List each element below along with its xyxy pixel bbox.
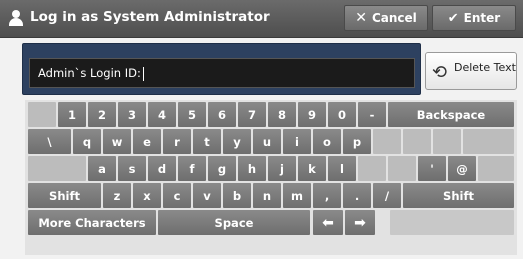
key-r[interactable]: r	[163, 129, 191, 154]
key-o[interactable]: o	[313, 129, 341, 154]
key-j[interactable]: j	[268, 156, 296, 181]
more-characters-key[interactable]: More Characters	[28, 210, 156, 235]
x-icon: ✕	[355, 10, 367, 26]
blank-key	[478, 156, 514, 181]
blank-key	[433, 129, 461, 154]
arrow-left-key[interactable]: ⬅	[313, 210, 343, 235]
key-minus[interactable]: -	[358, 102, 386, 127]
key-a[interactable]: a	[88, 156, 116, 181]
key-8[interactable]: 8	[268, 102, 296, 127]
key-w[interactable]: w	[103, 129, 131, 154]
key-v[interactable]: v	[193, 183, 221, 208]
cancel-button[interactable]: ✕ Cancel	[344, 5, 428, 31]
login-dialog: Log in as System Administrator ✕ Cancel …	[0, 0, 523, 259]
blank-key	[463, 129, 514, 154]
user-icon	[9, 10, 23, 26]
key-apostrophe[interactable]: '	[418, 156, 446, 181]
key-p[interactable]: p	[343, 129, 371, 154]
blank-key	[28, 102, 56, 127]
delete-text-label: Delete Text	[454, 61, 516, 74]
login-id-label: Admin`s Login ID:	[38, 66, 141, 80]
input-panel: Admin`s Login ID:	[22, 43, 421, 95]
blank-key	[388, 156, 416, 181]
key-z[interactable]: z	[103, 183, 131, 208]
arrow-right-key[interactable]: ➡	[345, 210, 375, 235]
key-comma[interactable]: ,	[313, 183, 341, 208]
key-slash[interactable]: /	[373, 183, 401, 208]
title-bar: Log in as System Administrator ✕ Cancel …	[0, 0, 523, 38]
key-i[interactable]: i	[283, 129, 311, 154]
blank-key	[373, 129, 401, 154]
dialog-title: Log in as System Administrator	[30, 9, 270, 25]
cancel-label: Cancel	[371, 11, 417, 25]
key-g[interactable]: g	[208, 156, 236, 181]
key-h[interactable]: h	[238, 156, 266, 181]
text-caret	[142, 66, 144, 81]
key-1[interactable]: 1	[58, 102, 86, 127]
enter-label: Enter	[463, 11, 501, 25]
key-n[interactable]: n	[253, 183, 281, 208]
key-k[interactable]: k	[298, 156, 326, 181]
key-at[interactable]: @	[448, 156, 476, 181]
key-s[interactable]: s	[118, 156, 146, 181]
key-3[interactable]: 3	[118, 102, 146, 127]
shift-right-key[interactable]: Shift	[403, 183, 514, 208]
key-backslash[interactable]: \	[28, 129, 71, 154]
key-d[interactable]: d	[148, 156, 176, 181]
blank-key	[403, 129, 431, 154]
blank-key	[358, 156, 386, 181]
blank-key	[390, 210, 514, 235]
key-q[interactable]: q	[73, 129, 101, 154]
key-9[interactable]: 9	[298, 102, 326, 127]
space-key[interactable]: Space	[158, 210, 310, 235]
backspace-key[interactable]: Backspace	[388, 102, 514, 127]
key-m[interactable]: m	[283, 183, 311, 208]
key-e[interactable]: e	[133, 129, 161, 154]
key-4[interactable]: 4	[148, 102, 176, 127]
delete-text-button[interactable]: ⟲ Delete Text	[425, 52, 517, 90]
checkmark-icon: ✔	[447, 10, 459, 26]
key-c[interactable]: c	[163, 183, 191, 208]
key-5[interactable]: 5	[178, 102, 206, 127]
key-l[interactable]: l	[328, 156, 356, 181]
key-period[interactable]: .	[343, 183, 371, 208]
key-f[interactable]: f	[178, 156, 206, 181]
key-7[interactable]: 7	[238, 102, 266, 127]
blank-key	[28, 156, 86, 181]
undo-icon: ⟲	[432, 62, 448, 83]
enter-button[interactable]: ✔ Enter	[432, 5, 516, 31]
key-x[interactable]: x	[133, 183, 161, 208]
on-screen-keyboard: 1 2 3 4 5 6 7 8 9 0 - Backspace \ q w e …	[25, 100, 517, 255]
key-u[interactable]: u	[253, 129, 281, 154]
key-2[interactable]: 2	[88, 102, 116, 127]
key-b[interactable]: b	[223, 183, 251, 208]
key-t[interactable]: t	[193, 129, 221, 154]
key-y[interactable]: y	[223, 129, 251, 154]
login-id-input[interactable]: Admin`s Login ID:	[29, 58, 415, 88]
key-0[interactable]: 0	[328, 102, 356, 127]
shift-left-key[interactable]: Shift	[28, 183, 101, 208]
key-6[interactable]: 6	[208, 102, 236, 127]
